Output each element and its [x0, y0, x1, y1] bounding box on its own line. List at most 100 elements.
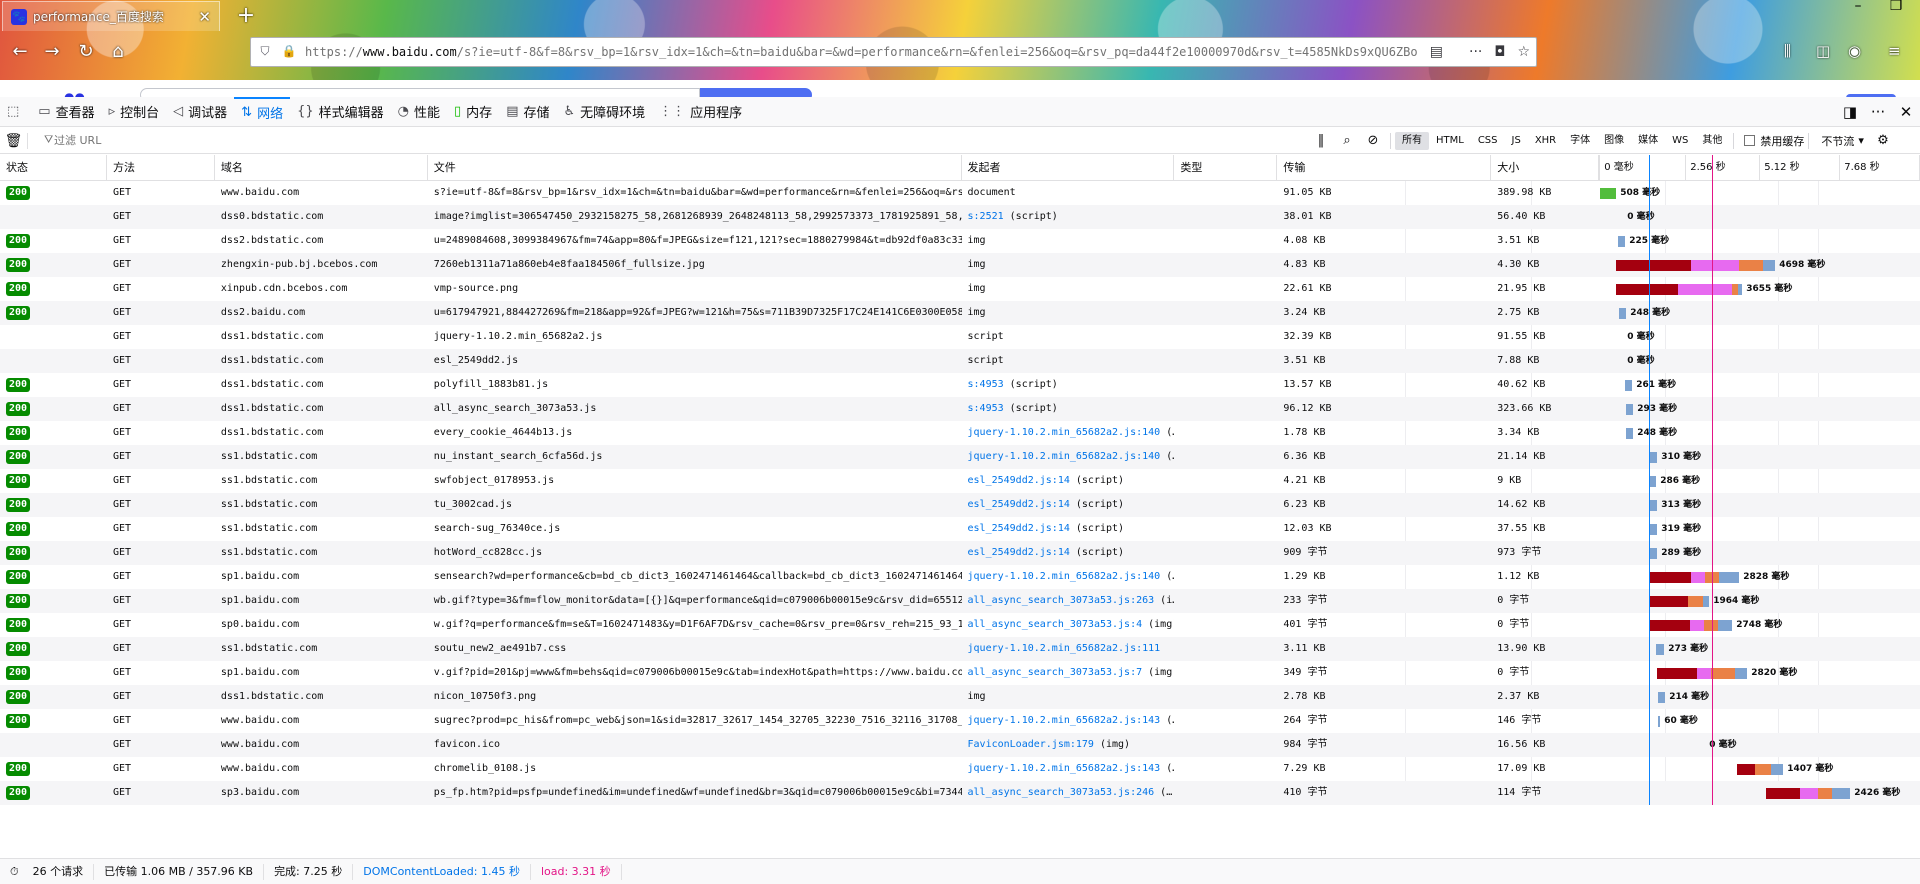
- type-filter-button[interactable]: CSS: [1471, 132, 1505, 150]
- menu-icon[interactable]: ≡: [1888, 42, 1901, 60]
- timing-bar[interactable]: [1649, 548, 1658, 559]
- account-icon[interactable]: ◉: [1848, 42, 1861, 60]
- timing-bar[interactable]: [1625, 380, 1633, 391]
- close-devtools-icon[interactable]: ✕: [1892, 103, 1920, 121]
- sidebar-icon[interactable]: ◫: [1816, 42, 1830, 60]
- pocket-icon[interactable]: ◘: [1494, 44, 1505, 60]
- table-row[interactable]: 200 GET www.baidu.com chromelib_0108.js jque…: [0, 757, 1920, 781]
- performance-analysis-button[interactable]: ⏱: [0, 864, 23, 880]
- shield-icon[interactable]: ⛉: [257, 44, 273, 60]
- forward-button[interactable]: →: [38, 41, 66, 62]
- minimize-button[interactable]: –: [1838, 0, 1878, 14]
- cause-link[interactable]: jquery-1.10.2.min_65682a2.js:143: [968, 763, 1161, 774]
- timing-bar[interactable]: [1658, 716, 1661, 727]
- col-domain[interactable]: 域名: [215, 154, 428, 181]
- search-icon[interactable]: ⌕: [1334, 133, 1360, 148]
- devtools-tab-memory[interactable]: ▯ 内存: [447, 97, 499, 127]
- timing-bar[interactable]: [1619, 308, 1627, 319]
- table-row[interactable]: 200 GET ss1.bdstatic.com nu_instant_search_…: [0, 445, 1920, 469]
- type-filter-button[interactable]: JS: [1505, 132, 1528, 150]
- home-button[interactable]: ⌂: [104, 41, 132, 62]
- timing-bar[interactable]: [1626, 404, 1634, 415]
- block-icon[interactable]: ⊘: [1360, 133, 1386, 148]
- table-row[interactable]: 200 GET xinpub.cdn.bcebos.com vmp-source.pn…: [0, 277, 1920, 301]
- cause-link[interactable]: jquery-1.10.2.min_65682a2.js:140: [968, 571, 1161, 582]
- search-box[interactable]: [140, 88, 700, 97]
- devtools-tab-performance[interactable]: ◔ 性能: [391, 97, 447, 127]
- table-row[interactable]: 200 GET sp3.baidu.com ps_fp.htm?pid=psfp=un…: [0, 781, 1920, 805]
- devtools-tab-storage[interactable]: ▤ 存储: [499, 97, 556, 127]
- type-filter-button[interactable]: 其他: [1695, 132, 1729, 150]
- url-text[interactable]: https://www.baidu.com/s?ie=utf-8&f=8&rsv…: [305, 45, 1418, 59]
- cause-link[interactable]: s:2521: [968, 211, 1004, 222]
- cause-link[interactable]: esl_2549dd2.js:14: [968, 499, 1070, 510]
- table-row[interactable]: 200 GET sp1.baidu.com v.gif?pid=201&pj=www&…: [0, 661, 1920, 685]
- pause-icon[interactable]: ‖: [1308, 133, 1334, 148]
- type-filter-button[interactable]: 所有: [1395, 131, 1429, 150]
- table-row[interactable]: GET www.baidu.com favicon.ico FaviconLoader…: [0, 733, 1920, 757]
- timing-bar[interactable]: [1616, 284, 1743, 295]
- cause-link[interactable]: esl_2549dd2.js:14: [968, 475, 1070, 486]
- clear-log-button[interactable]: 🗑: [0, 132, 28, 149]
- table-row[interactable]: 200 GET ss1.bdstatic.com tu_3002cad.js esl_2…: [0, 493, 1920, 517]
- cause-link[interactable]: s:4953: [968, 403, 1004, 414]
- browser-tab[interactable]: 🐾 performance_百度搜索 ✕: [2, 1, 220, 31]
- table-row[interactable]: 200 GET zhengxin-pub.bj.bcebos.com 7260eb13…: [0, 253, 1920, 277]
- type-filter-button[interactable]: 媒体: [1631, 132, 1665, 150]
- page-actions-icon[interactable]: ···: [1469, 44, 1482, 60]
- table-row[interactable]: 200 GET dss1.bdstatic.com nicon_10750f3.png…: [0, 685, 1920, 709]
- restore-button[interactable]: ❐: [1876, 0, 1916, 14]
- devtools-tab-application[interactable]: ⋮⋮ 应用程序: [652, 97, 749, 127]
- cause-link[interactable]: all_async_search_3073a53.js:4: [968, 619, 1143, 630]
- devtools-tab-network[interactable]: ⇅ 网络: [234, 96, 291, 127]
- bookmark-star-icon[interactable]: ☆: [1517, 44, 1530, 60]
- timing-bar[interactable]: [1600, 188, 1617, 199]
- type-filter-button[interactable]: 图像: [1597, 132, 1631, 150]
- timing-bar[interactable]: [1616, 260, 1776, 271]
- table-row[interactable]: 200 GET ss1.bdstatic.com swfobject_0178953.…: [0, 469, 1920, 493]
- timing-bar[interactable]: [1649, 500, 1658, 511]
- reader-view-icon[interactable]: ▤: [1430, 44, 1443, 60]
- disable-cache-checkbox[interactable]: 禁用缓存: [1744, 133, 1804, 149]
- type-filter-button[interactable]: 字体: [1563, 132, 1597, 150]
- table-row[interactable]: GET dss1.bdstatic.com esl_2549dd2.js script…: [0, 349, 1920, 373]
- cause-link[interactable]: esl_2549dd2.js:14: [968, 523, 1070, 534]
- cause-link[interactable]: jquery-1.10.2.min_65682a2.js:111: [968, 643, 1161, 654]
- cause-link[interactable]: FaviconLoader.jsm:179: [968, 739, 1094, 750]
- cause-link[interactable]: all_async_search_3073a53.js:263: [968, 595, 1155, 606]
- type-filter-button[interactable]: XHR: [1528, 132, 1563, 150]
- timing-bar[interactable]: [1656, 644, 1665, 655]
- table-row[interactable]: 200 GET ss1.bdstatic.com hotWord_cc828cc.js…: [0, 541, 1920, 565]
- table-row[interactable]: 200 GET dss1.bdstatic.com every_cookie_4644…: [0, 421, 1920, 445]
- col-type[interactable]: 类型: [1174, 154, 1278, 181]
- timing-bar[interactable]: [1737, 764, 1784, 775]
- timing-bar[interactable]: [1649, 524, 1658, 535]
- col-size[interactable]: 大小: [1491, 154, 1600, 181]
- new-tab-button[interactable]: +: [232, 1, 260, 29]
- type-filter-button[interactable]: WS: [1665, 132, 1695, 150]
- library-icon[interactable]: ⫼: [1784, 42, 1791, 60]
- cause-link[interactable]: all_async_search_3073a53.js:7: [968, 667, 1143, 678]
- filter-url-input[interactable]: [28, 129, 1308, 152]
- cause-link[interactable]: jquery-1.10.2.min_65682a2.js:143: [968, 715, 1161, 726]
- table-row[interactable]: 200 GET dss1.bdstatic.com polyfill_1883b81.…: [0, 373, 1920, 397]
- close-tab-icon[interactable]: ✕: [198, 8, 211, 26]
- table-row[interactable]: GET dss1.bdstatic.com jquery-1.10.2.min_65…: [0, 325, 1920, 349]
- col-transferred[interactable]: 传输: [1277, 154, 1492, 181]
- table-row[interactable]: GET dss0.bdstatic.com image?imglist=306547…: [0, 205, 1920, 229]
- reload-button[interactable]: ↻: [72, 41, 100, 62]
- lock-icon[interactable]: 🔒: [281, 44, 297, 60]
- timing-bar[interactable]: [1649, 452, 1658, 463]
- devtools-tab-accessibility[interactable]: ♿ 无障碍环境: [557, 97, 653, 127]
- col-file[interactable]: 文件: [428, 154, 962, 181]
- cause-link[interactable]: all_async_search_3073a53.js:246: [968, 787, 1155, 798]
- dock-icon[interactable]: ◨: [1836, 103, 1864, 121]
- back-button[interactable]: ←: [6, 41, 34, 62]
- devtools-tab-debugger[interactable]: ◁ 调试器: [166, 97, 234, 127]
- table-row[interactable]: 200 GET dss2.baidu.com u=617947921,88442726…: [0, 301, 1920, 325]
- timing-bar[interactable]: [1626, 428, 1634, 439]
- timing-bar[interactable]: [1650, 620, 1733, 631]
- timing-bar[interactable]: [1649, 476, 1657, 487]
- timing-bar[interactable]: [1657, 668, 1748, 679]
- table-row[interactable]: 200 GET ss1.bdstatic.com search-sug_76340ce…: [0, 517, 1920, 541]
